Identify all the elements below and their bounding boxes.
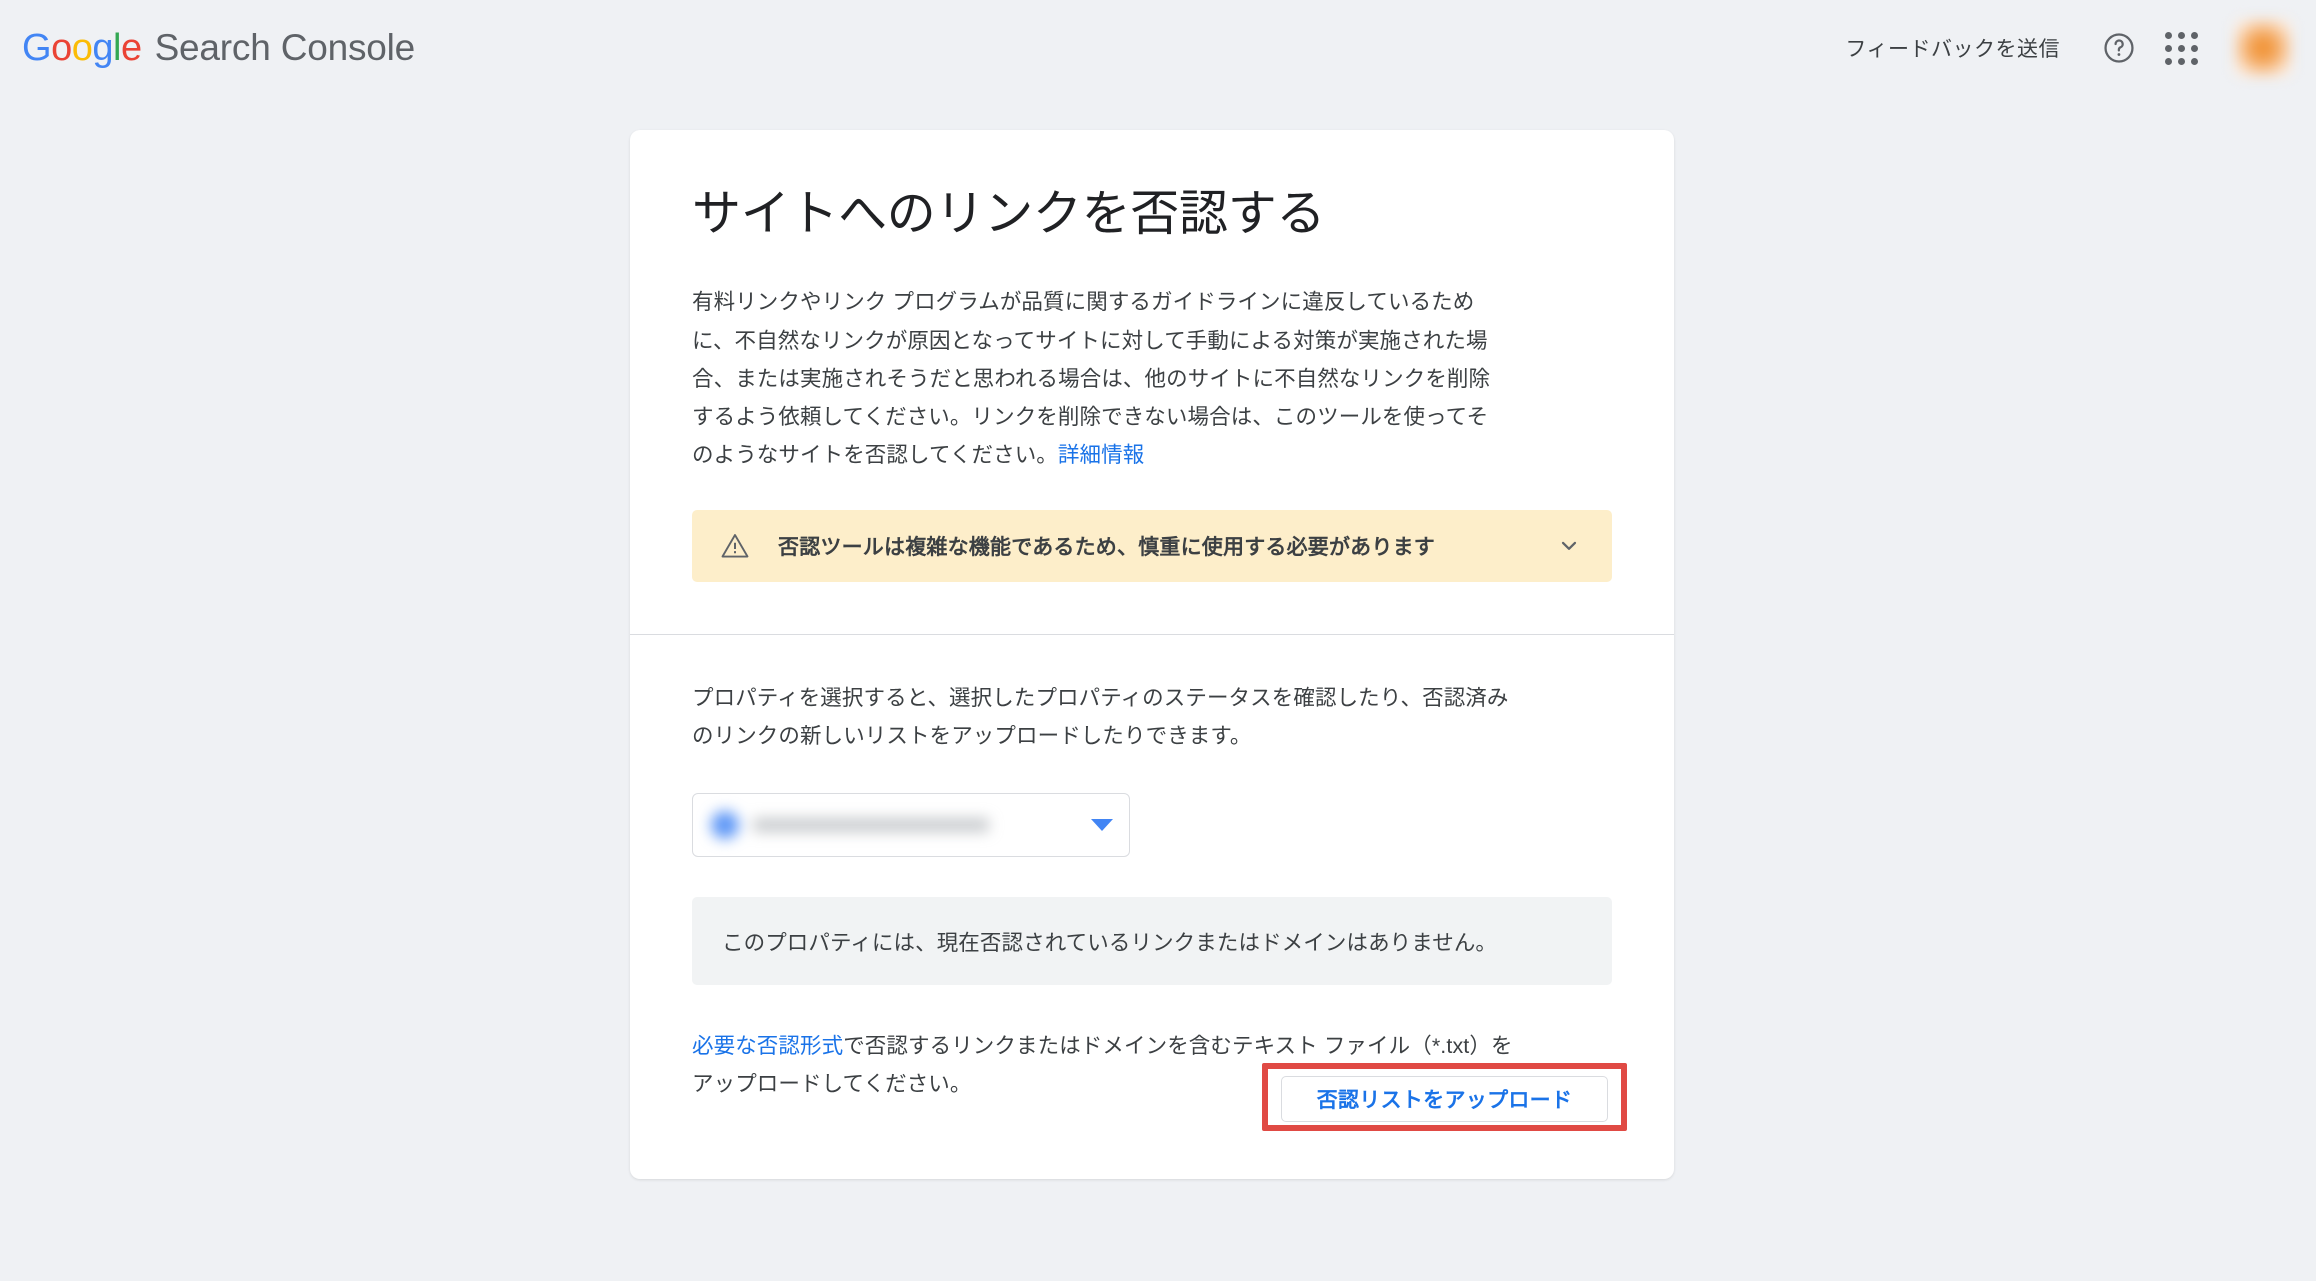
help-circle-icon[interactable] bbox=[2088, 17, 2150, 79]
brand-logo[interactable]: Google Search Console bbox=[22, 27, 415, 70]
property-selected-value bbox=[711, 811, 1091, 840]
google-letter-o1: o bbox=[51, 26, 72, 69]
google-letter-e: e bbox=[120, 26, 142, 69]
learn-more-link[interactable]: 詳細情報 bbox=[1058, 443, 1144, 467]
chevron-down-icon[interactable] bbox=[1556, 533, 1586, 559]
section-description: プロパティを選択すると、選択したプロパティのステータスを確認したり、否認済みのリ… bbox=[692, 685, 1509, 748]
send-feedback-link[interactable]: フィードバックを送信 bbox=[1845, 33, 2060, 63]
property-section: プロパティを選択すると、選択したプロパティのステータスを確認したり、否認済みのリ… bbox=[630, 635, 1674, 1104]
google-letter-o2: o bbox=[71, 26, 93, 69]
warning-triangle-icon bbox=[720, 531, 750, 561]
google-letter-l: l bbox=[112, 26, 121, 69]
disavow-format-link[interactable]: 必要な否認形式 bbox=[692, 1034, 843, 1058]
warning-banner-text: 否認ツールは複雑な機能であるため、慎重に使用する必要があります bbox=[778, 535, 1435, 559]
google-wordmark: Google bbox=[22, 27, 142, 70]
top-bar: Google Search Console フィードバックを送信 bbox=[0, 0, 2316, 96]
apps-grid-icon[interactable] bbox=[2150, 17, 2212, 79]
disavow-links-card: サイトへのリンクを否認する 有料リンクやリンク プログラムが品質に関するガイドラ… bbox=[630, 130, 1674, 1179]
dropdown-caret-icon[interactable] bbox=[1091, 819, 1113, 832]
property-icon bbox=[711, 811, 739, 840]
intro-text: 有料リンクやリンク プログラムが品質に関するガイドラインに違反しているために、不… bbox=[692, 290, 1491, 468]
apps-grid-dots bbox=[2164, 31, 2198, 65]
user-avatar[interactable] bbox=[2234, 19, 2292, 77]
upload-disavow-list-button[interactable]: 否認リストをアップロード bbox=[1281, 1076, 1608, 1122]
property-select-dropdown[interactable] bbox=[692, 793, 1130, 858]
google-letter-g2: g bbox=[92, 26, 113, 69]
product-name: Search Console bbox=[154, 26, 416, 68]
property-name-redacted bbox=[753, 818, 989, 833]
intro-paragraph: 有料リンクやリンク プログラムが品質に関するガイドラインに違反しているために、不… bbox=[692, 283, 1492, 474]
status-message: このプロパティには、現在否認されているリンクまたはドメインはありません。 bbox=[722, 930, 1498, 955]
status-message-box: このプロパティには、現在否認されているリンクまたはドメインはありません。 bbox=[692, 897, 1612, 986]
card-header-section: サイトへのリンクを否認する 有料リンクやリンク プログラムが品質に関するガイドラ… bbox=[630, 130, 1674, 475]
warning-banner[interactable]: 否認ツールは複雑な機能であるため、慎重に使用する必要があります bbox=[692, 509, 1612, 582]
page-title: サイトへのリンクを否認する bbox=[692, 187, 1326, 241]
top-bar-actions: フィードバックを送信 bbox=[1845, 17, 2316, 79]
google-letter-g: G bbox=[22, 26, 52, 69]
